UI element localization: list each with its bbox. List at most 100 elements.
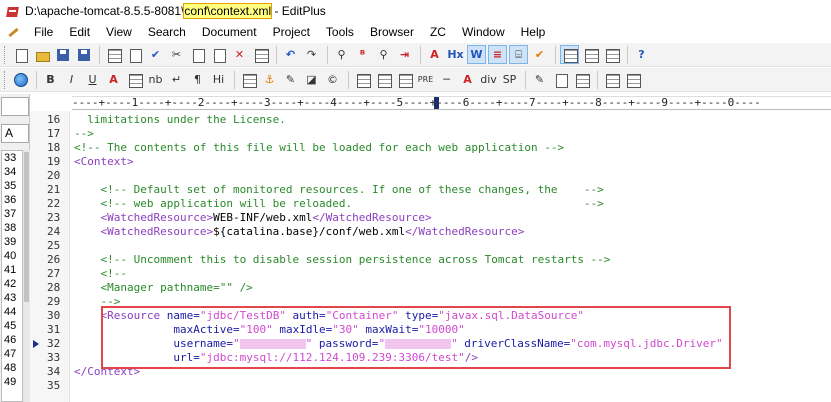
save-button[interactable] bbox=[53, 45, 72, 64]
help-button[interactable]: ? bbox=[632, 45, 651, 64]
font-size-combo[interactable]: A bbox=[1, 124, 29, 143]
line-break-button[interactable]: ↵ bbox=[167, 70, 186, 89]
div-button[interactable]: div bbox=[479, 70, 498, 89]
font-button[interactable]: A bbox=[425, 45, 444, 64]
list-item[interactable]: 48 bbox=[2, 361, 22, 375]
font-color-button[interactable]: A bbox=[104, 70, 123, 89]
open-file-button[interactable] bbox=[32, 45, 51, 64]
code-line[interactable]: 26 <!-- Uncomment this to disable sessio… bbox=[30, 253, 831, 267]
list-item[interactable]: 49 bbox=[2, 375, 22, 389]
print-preview-button[interactable] bbox=[125, 45, 144, 64]
hex-view-button[interactable]: Hx bbox=[446, 45, 465, 64]
menu-browser[interactable]: Browser bbox=[362, 22, 422, 42]
new-file-button[interactable] bbox=[11, 45, 30, 64]
list-item[interactable]: 42 bbox=[2, 277, 22, 291]
code-line[interactable]: 24 <WatchedResource>${catalina.base}/con… bbox=[30, 225, 831, 239]
code-line[interactable]: 21 <!-- Default set of monitored resourc… bbox=[30, 183, 831, 197]
output-window-button[interactable] bbox=[602, 45, 621, 64]
side-list[interactable]: 33 34 35 36 37 38 39 40 41 42 43 44 45 4… bbox=[1, 150, 23, 402]
list-item[interactable]: 44 bbox=[2, 305, 22, 319]
browser-button[interactable] bbox=[11, 70, 30, 89]
list-item[interactable]: 35 bbox=[2, 179, 22, 193]
special-char-button[interactable]: © bbox=[323, 70, 342, 89]
toolbar-grip[interactable] bbox=[4, 70, 7, 89]
find-in-files-button[interactable]: ⚲ bbox=[374, 45, 393, 64]
list-item[interactable]: 33 bbox=[2, 151, 22, 165]
copy-button[interactable] bbox=[188, 45, 207, 64]
line-number-button[interactable]: ≡ bbox=[488, 45, 507, 64]
list-item[interactable]: 37 bbox=[2, 207, 22, 221]
code-line[interactable]: 22 <!-- web application will be reloaded… bbox=[30, 197, 831, 211]
code-line[interactable]: 25 bbox=[30, 239, 831, 253]
code-line[interactable]: 23 <WatchedResource>WEB-INF/web.xml</Wat… bbox=[30, 211, 831, 225]
menu-view[interactable]: View bbox=[98, 22, 140, 42]
directory-window-button[interactable] bbox=[560, 45, 579, 64]
link-button[interactable]: ✎ bbox=[281, 70, 300, 89]
list-item[interactable]: 34 bbox=[2, 165, 22, 179]
menu-zc[interactable]: ZC bbox=[422, 22, 454, 42]
side-scroll-thumb[interactable] bbox=[24, 152, 29, 302]
color-picker-button[interactable] bbox=[602, 70, 621, 89]
table-button[interactable] bbox=[353, 70, 372, 89]
menu-project[interactable]: Project bbox=[265, 22, 318, 42]
code-line[interactable]: 18 <!-- The contents of this file will be… bbox=[30, 141, 831, 155]
preformatted-button[interactable]: PRE bbox=[416, 70, 435, 89]
paragraph-button[interactable]: ¶ bbox=[188, 70, 207, 89]
menu-document[interactable]: Document bbox=[194, 22, 265, 42]
menu-file[interactable]: File bbox=[26, 22, 61, 42]
nonbreaking-space-button[interactable]: nb bbox=[146, 70, 165, 89]
clipboard-button[interactable] bbox=[251, 45, 270, 64]
check-button[interactable]: ✔ bbox=[530, 45, 549, 64]
word-wrap-button[interactable]: W bbox=[467, 45, 486, 64]
undo-button[interactable]: ↶ bbox=[281, 45, 300, 64]
menu-window[interactable]: Window bbox=[454, 22, 513, 42]
underline-button[interactable]: U bbox=[83, 70, 102, 89]
replace-button[interactable]: ᴮ bbox=[353, 45, 372, 64]
menu-edit[interactable]: Edit bbox=[61, 22, 98, 42]
code-line[interactable]: 28 <Manager pathname="" /> bbox=[30, 281, 831, 295]
list-button[interactable] bbox=[395, 70, 414, 89]
image-button[interactable] bbox=[239, 70, 258, 89]
cut-button[interactable]: ✂ bbox=[167, 45, 186, 64]
code-line[interactable]: 20 bbox=[30, 169, 831, 183]
toolbar-grip[interactable] bbox=[4, 45, 7, 64]
menu-search[interactable]: Search bbox=[140, 22, 194, 42]
ruler-button[interactable]: ⌸ bbox=[509, 45, 528, 64]
menu-tools[interactable]: Tools bbox=[318, 22, 362, 42]
list-item[interactable]: 46 bbox=[2, 333, 22, 347]
goto-line-button[interactable]: ⇥ bbox=[395, 45, 414, 64]
list-item[interactable]: 47 bbox=[2, 347, 22, 361]
list-item[interactable]: 41 bbox=[2, 263, 22, 277]
toolbar-option-button[interactable] bbox=[623, 70, 642, 89]
drive-combo[interactable] bbox=[1, 97, 29, 116]
side-scrollbar[interactable] bbox=[23, 150, 30, 402]
code-line[interactable]: 16 limitations under the License. bbox=[30, 113, 831, 127]
code-line[interactable]: 17 --> bbox=[30, 127, 831, 141]
list-item[interactable]: 45 bbox=[2, 319, 22, 333]
span-button[interactable]: SP bbox=[500, 70, 519, 89]
find-button[interactable]: ⚲ bbox=[332, 45, 351, 64]
menu-help[interactable]: Help bbox=[513, 22, 554, 42]
style-button[interactable]: A bbox=[458, 70, 477, 89]
comment-button[interactable]: ◪ bbox=[302, 70, 321, 89]
bold-button[interactable]: B bbox=[41, 70, 60, 89]
save-all-button[interactable] bbox=[74, 45, 93, 64]
delete-button[interactable]: ✕ bbox=[230, 45, 249, 64]
print-button[interactable] bbox=[104, 45, 123, 64]
cliptext-window-button[interactable] bbox=[581, 45, 600, 64]
list-item[interactable]: 40 bbox=[2, 249, 22, 263]
spell-check-button[interactable]: ✔ bbox=[146, 45, 165, 64]
horizontal-rule-button[interactable]: ─ bbox=[437, 70, 456, 89]
form-button[interactable] bbox=[374, 70, 393, 89]
list-item[interactable]: 39 bbox=[2, 235, 22, 249]
list-item[interactable]: 43 bbox=[2, 291, 22, 305]
list-item[interactable]: 38 bbox=[2, 221, 22, 235]
list-item[interactable]: 36 bbox=[2, 193, 22, 207]
paste-button[interactable] bbox=[209, 45, 228, 64]
background-color-button[interactable] bbox=[125, 70, 144, 89]
anchor-button[interactable]: ⚓ bbox=[260, 70, 279, 89]
code-line[interactable]: 35 bbox=[30, 379, 831, 393]
italic-button[interactable]: I bbox=[62, 70, 81, 89]
edit-style-button[interactable]: ✎ bbox=[530, 70, 549, 89]
heading-button[interactable]: Hi bbox=[209, 70, 228, 89]
